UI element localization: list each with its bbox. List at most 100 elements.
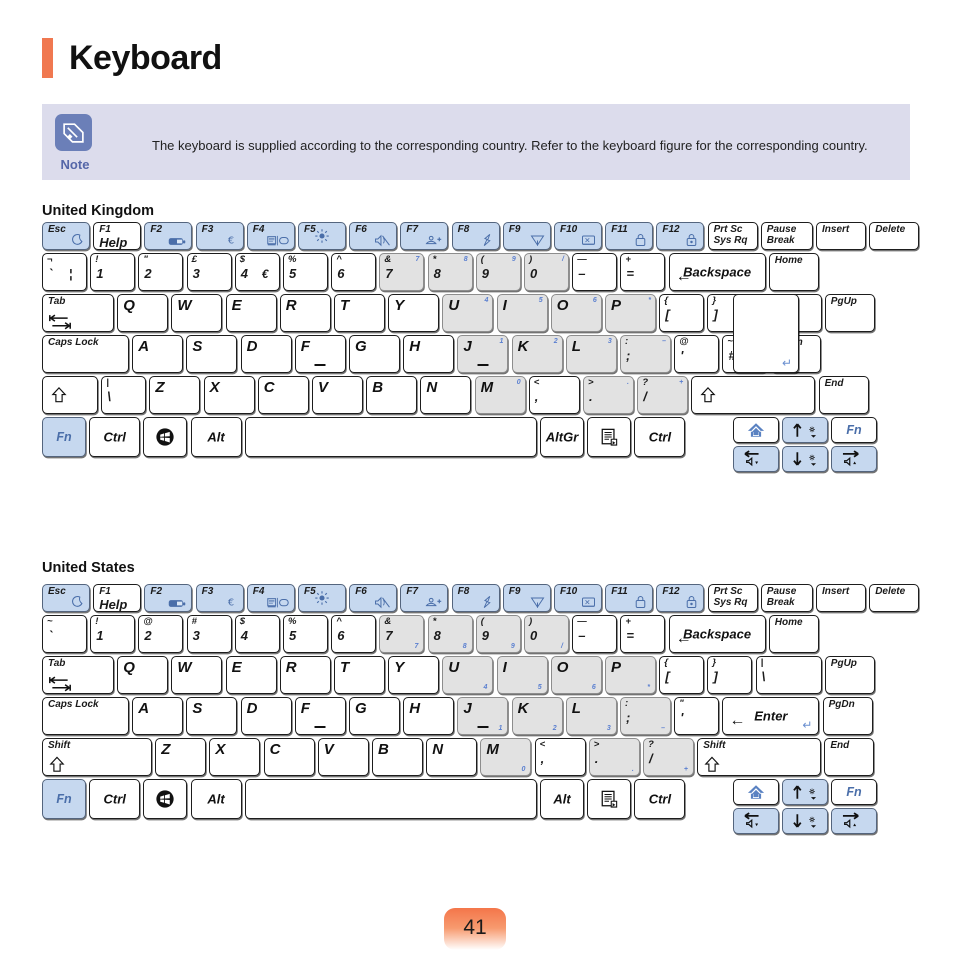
key-key-o[interactable]: O6	[550, 656, 602, 694]
key-period[interactable]: >..	[588, 738, 640, 776]
key-nav-right[interactable]	[831, 808, 877, 834]
key-ctrl-left[interactable]: Ctrl	[89, 779, 141, 819]
key-key-d[interactable]: D	[240, 697, 292, 735]
key-nav-down[interactable]	[782, 446, 828, 472]
key-digit-9[interactable]: (9 9	[475, 615, 521, 653]
key-digit-9[interactable]: (9 9	[475, 253, 521, 291]
key-digit-1[interactable]: ! 1	[90, 253, 136, 291]
key-key-s[interactable]: S	[186, 335, 238, 373]
key-backspace[interactable]: Backspace ←	[668, 253, 766, 291]
key-key-w[interactable]: W	[171, 656, 223, 694]
key-delete[interactable]: Delete	[869, 222, 920, 250]
key-key-i[interactable]: I5	[496, 656, 548, 694]
key-key-f[interactable]: F	[294, 335, 346, 373]
key-key-u[interactable]: U4	[442, 294, 494, 332]
key-nav-home[interactable]	[733, 417, 779, 443]
key-backspace[interactable]: Backspace ←	[668, 615, 766, 653]
key-comma[interactable]: <,	[534, 738, 586, 776]
key-key-u[interactable]: U4	[442, 656, 494, 694]
key-f6[interactable]: F6	[349, 222, 398, 250]
key-fn-left[interactable]: Fn	[42, 417, 86, 457]
key-digit-1[interactable]: ! 1	[90, 615, 136, 653]
key-key-j[interactable]: J1	[457, 697, 509, 735]
key-windows[interactable]	[143, 779, 188, 819]
key-digit-6[interactable]: ^ 6	[331, 615, 377, 653]
key-key-x[interactable]: X	[203, 376, 255, 414]
key-pgup[interactable]: PgUp	[824, 656, 875, 694]
key-windows[interactable]	[143, 417, 188, 457]
key-key-b[interactable]: B	[366, 376, 418, 414]
key-altgr[interactable]: AltGr	[540, 417, 584, 457]
key-semicolon[interactable]: :; –	[620, 335, 671, 373]
key-f9[interactable]: F9	[502, 222, 551, 250]
key-digit-6[interactable]: ^ 6	[331, 253, 377, 291]
key-f2[interactable]: F2	[144, 222, 193, 250]
key-key-r[interactable]: R	[279, 656, 331, 694]
key-key-y[interactable]: Y	[388, 294, 440, 332]
key-key-k[interactable]: K2	[511, 335, 563, 373]
key-key-m[interactable]: M0	[474, 376, 526, 414]
key-key-w[interactable]: W	[171, 294, 223, 332]
key-nav-left[interactable]	[733, 446, 779, 472]
key-f1[interactable]: F1 Help	[93, 584, 142, 612]
key-f10[interactable]: F10	[554, 584, 602, 612]
key-menu[interactable]	[587, 779, 632, 819]
key-digit-4[interactable]: $4 €	[234, 253, 280, 291]
key-prtsc[interactable]: Prt Sc Sys Rq	[707, 222, 758, 250]
key-home[interactable]: Home	[768, 253, 819, 291]
key-key-l[interactable]: L3	[565, 697, 617, 735]
key-bracket-left[interactable]: {[	[659, 656, 705, 694]
key-slash[interactable]: ? / +	[637, 376, 689, 414]
key-digit-8[interactable]: * 8 8	[427, 615, 473, 653]
key-pgup[interactable]: PgUp	[824, 294, 875, 332]
key-key-h[interactable]: H	[403, 335, 455, 373]
key-key-x[interactable]: X	[209, 738, 261, 776]
key-f11[interactable]: F11	[605, 222, 654, 250]
key-key-l[interactable]: L3	[565, 335, 617, 373]
key-f2[interactable]: F2	[144, 584, 193, 612]
key-alt-left[interactable]: Alt	[190, 779, 242, 819]
key-f7[interactable]: F7	[400, 584, 449, 612]
key-caps-lock[interactable]: Caps Lock	[42, 335, 129, 373]
key-enter[interactable]: ↵	[733, 294, 799, 373]
key-f8[interactable]: F8	[451, 222, 500, 250]
key-key-q[interactable]: Q	[117, 294, 169, 332]
key-f12[interactable]: F12	[656, 222, 705, 250]
key-backslash[interactable]: | \	[755, 656, 822, 694]
key-digit-5[interactable]: % 5	[283, 615, 328, 653]
key-f1[interactable]: F1 Help	[93, 222, 142, 250]
key-f7[interactable]: F7	[400, 222, 449, 250]
key-f4[interactable]: F4	[246, 222, 295, 250]
key-key-c[interactable]: C	[263, 738, 315, 776]
key-digit-0[interactable]: ) 0 /	[524, 615, 569, 653]
key-ctrl-left[interactable]: Ctrl	[89, 417, 141, 457]
key-minus[interactable]: — –	[572, 615, 618, 653]
key-semicolon[interactable]: :; –	[620, 697, 671, 735]
key-f6[interactable]: F6	[349, 584, 398, 612]
key-digit-3[interactable]: #3	[186, 615, 232, 653]
key-nav-up[interactable]	[782, 779, 828, 805]
key-key-p[interactable]: P *	[605, 294, 656, 332]
key-key-h[interactable]: H	[403, 697, 455, 735]
key-key-q[interactable]: Q	[117, 656, 169, 694]
key-key-a[interactable]: A	[132, 697, 184, 735]
key-shift-right[interactable]: Shift	[697, 738, 822, 776]
key-insert[interactable]: Insert	[816, 222, 866, 250]
key-end[interactable]: End	[818, 376, 869, 414]
key-key-g[interactable]: G	[349, 335, 400, 373]
key-delete[interactable]: Delete	[869, 584, 920, 612]
key-key-c[interactable]: C	[257, 376, 309, 414]
key-key-z[interactable]: Z	[155, 738, 207, 776]
key-enter[interactable]: Enter ← ↵	[722, 697, 820, 735]
key-home[interactable]: Home	[768, 615, 819, 653]
key-apostrophe[interactable]: " '	[674, 697, 720, 735]
key-ctrl-right[interactable]: Ctrl	[634, 417, 686, 457]
key-fn-right[interactable]: Fn	[831, 779, 877, 805]
key-key-g[interactable]: G	[349, 697, 400, 735]
key-esc[interactable]: Esc	[42, 584, 90, 612]
key-equals[interactable]: + =	[620, 615, 666, 653]
key-f5[interactable]: F5	[298, 584, 346, 612]
key-key-d[interactable]: D	[240, 335, 292, 373]
key-key-b[interactable]: B	[372, 738, 423, 776]
key-key-p[interactable]: P *	[605, 656, 656, 694]
